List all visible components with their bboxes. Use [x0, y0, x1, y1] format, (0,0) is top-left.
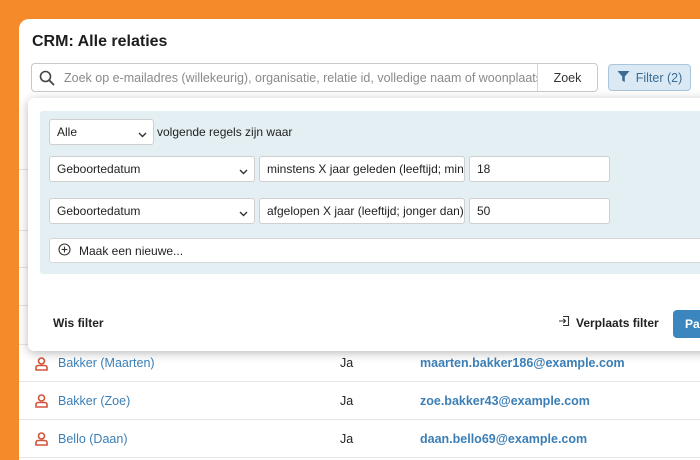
contact-email-link[interactable]: daan.bello69@example.com — [420, 432, 587, 446]
move-icon — [558, 315, 570, 330]
rule-field-value: Geboortedatum — [57, 204, 141, 218]
contact-name-link[interactable]: Bakker (Maarten) — [58, 356, 155, 370]
filter-rules-box: Alle volgende regels zijn waar Geboorted… — [40, 111, 700, 274]
rule-operator-select[interactable]: minstens X jaar geleden (leeftijd; minim… — [259, 156, 465, 182]
rule-value: 50 — [477, 204, 491, 218]
table-row[interactable]: Bakker (Zoe) Ja zoe.bakker43@example.com — [19, 382, 700, 420]
rule-value: 18 — [477, 162, 491, 176]
chevron-down-icon — [138, 128, 147, 142]
crm-panel: CRM: Alle relaties Zoek Filter (2) Bakke… — [19, 19, 700, 460]
filter-button-label: Filter (2) — [635, 70, 683, 85]
person-icon — [35, 432, 48, 451]
search-bar: Zoek — [31, 63, 598, 92]
filter-popover: Alle volgende regels zijn waar Geboorted… — [28, 98, 700, 351]
match-mode-suffix: volgende regels zijn waar — [157, 125, 293, 139]
chevron-down-icon — [239, 165, 248, 179]
add-rule-label: Maak een nieuwe... — [79, 243, 184, 258]
move-filter-label: Verplaats filter — [576, 315, 659, 330]
contact-flag: Ja — [340, 393, 354, 408]
search-button[interactable]: Zoek — [537, 64, 597, 91]
table-row[interactable]: Bello (Daan) Ja daan.bello69@example.com — [19, 420, 700, 458]
rule-field-select[interactable]: Geboortedatum — [49, 156, 255, 182]
rule-operator-select[interactable]: afgelopen X jaar (leeftijd; jonger dan) — [259, 198, 465, 224]
clear-filter-button[interactable]: Wis filter — [53, 316, 104, 330]
page-title: CRM: Alle relaties — [32, 33, 168, 50]
match-mode-value: Alle — [57, 125, 78, 139]
search-icon — [32, 70, 62, 86]
contact-name-link[interactable]: Bello (Daan) — [58, 432, 127, 446]
filter-button[interactable]: Filter (2) — [608, 64, 691, 91]
person-icon — [35, 394, 48, 413]
contact-email-link[interactable]: maarten.bakker186@example.com — [420, 356, 625, 370]
contact-flag: Ja — [340, 431, 354, 446]
move-filter-button[interactable]: Verplaats filter — [558, 315, 659, 330]
contact-flag: Ja — [340, 356, 354, 370]
contact-name-link[interactable]: Bakker (Zoe) — [58, 394, 130, 408]
rule-field-value: Geboortedatum — [57, 162, 141, 176]
rule-operator-value: minstens X jaar geleden (leeftijd; minim… — [267, 162, 465, 176]
match-mode-select[interactable]: Alle — [49, 119, 154, 145]
rule-operator-value: afgelopen X jaar (leeftijd; jonger dan) — [267, 204, 464, 218]
plus-circle-icon — [58, 242, 71, 259]
rule-field-select[interactable]: Geboortedatum — [49, 198, 255, 224]
contact-list: Bakker (Maarten) Ja maarten.bakker186@ex… — [19, 344, 700, 458]
add-rule-button[interactable]: Maak een nieuwe... — [49, 238, 700, 263]
rule-value-input[interactable]: 50 — [469, 198, 610, 224]
person-icon — [35, 357, 48, 376]
apply-filter-button[interactable]: Pas — [673, 310, 700, 338]
rule-value-input[interactable]: 18 — [469, 156, 610, 182]
contact-email-link[interactable]: zoe.bakker43@example.com — [420, 394, 590, 408]
chevron-down-icon — [239, 207, 248, 221]
search-input[interactable] — [62, 64, 537, 91]
funnel-icon — [617, 70, 630, 86]
